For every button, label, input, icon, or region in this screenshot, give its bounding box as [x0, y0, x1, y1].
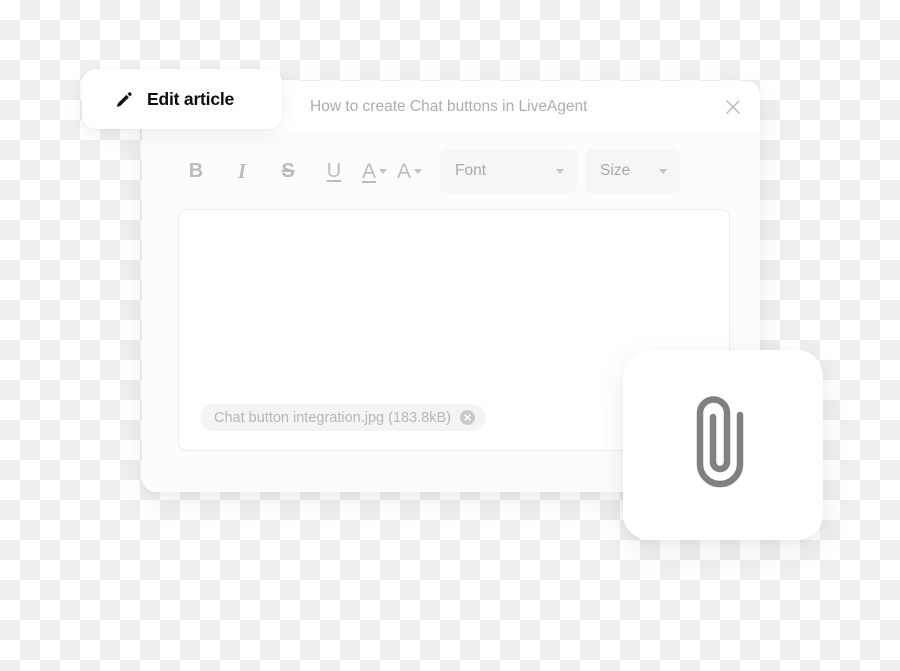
chevron-down-icon — [379, 168, 388, 174]
font-size-dropdown-label: Size — [600, 162, 631, 179]
font-size-dropdown[interactable]: Size — [585, 149, 681, 193]
font-color-button[interactable]: A — [362, 159, 388, 183]
chevron-down-icon — [414, 168, 423, 174]
edit-article-tab[interactable]: Edit article — [82, 69, 282, 129]
paperclip-icon — [696, 396, 744, 488]
attachment-filename: Chat button integration.jpg (183.8kB) — [214, 409, 451, 426]
font-family-dropdown[interactable]: Font — [440, 149, 578, 193]
font-family-dropdown-label: Font — [455, 162, 487, 179]
edit-article-tab-label: Edit article — [147, 88, 235, 109]
background-color-button[interactable]: A — [397, 159, 423, 183]
close-circle-icon[interactable] — [459, 410, 475, 425]
panel-title: How to create Chat buttons in LiveAgent — [310, 98, 588, 115]
attachment-chip[interactable]: Chat button integration.jpg (183.8kB) — [200, 404, 486, 431]
font-color-glyph: A — [362, 159, 377, 183]
strikethrough-button[interactable]: S — [270, 154, 306, 188]
formatting-toolbar: B I S U A A Font Size — [142, 133, 760, 209]
close-icon[interactable] — [722, 96, 744, 118]
chevron-down-icon — [556, 168, 565, 174]
pencil-icon — [116, 92, 132, 107]
background-color-glyph: A — [397, 159, 412, 183]
attachment-floating-card[interactable] — [623, 350, 823, 540]
chevron-down-icon — [659, 168, 668, 174]
italic-button[interactable]: I — [224, 154, 260, 188]
underline-button[interactable]: U — [316, 154, 352, 188]
bold-button[interactable]: B — [178, 154, 214, 188]
screenshot-stage: Edit article How to create Chat buttons … — [0, 0, 900, 671]
